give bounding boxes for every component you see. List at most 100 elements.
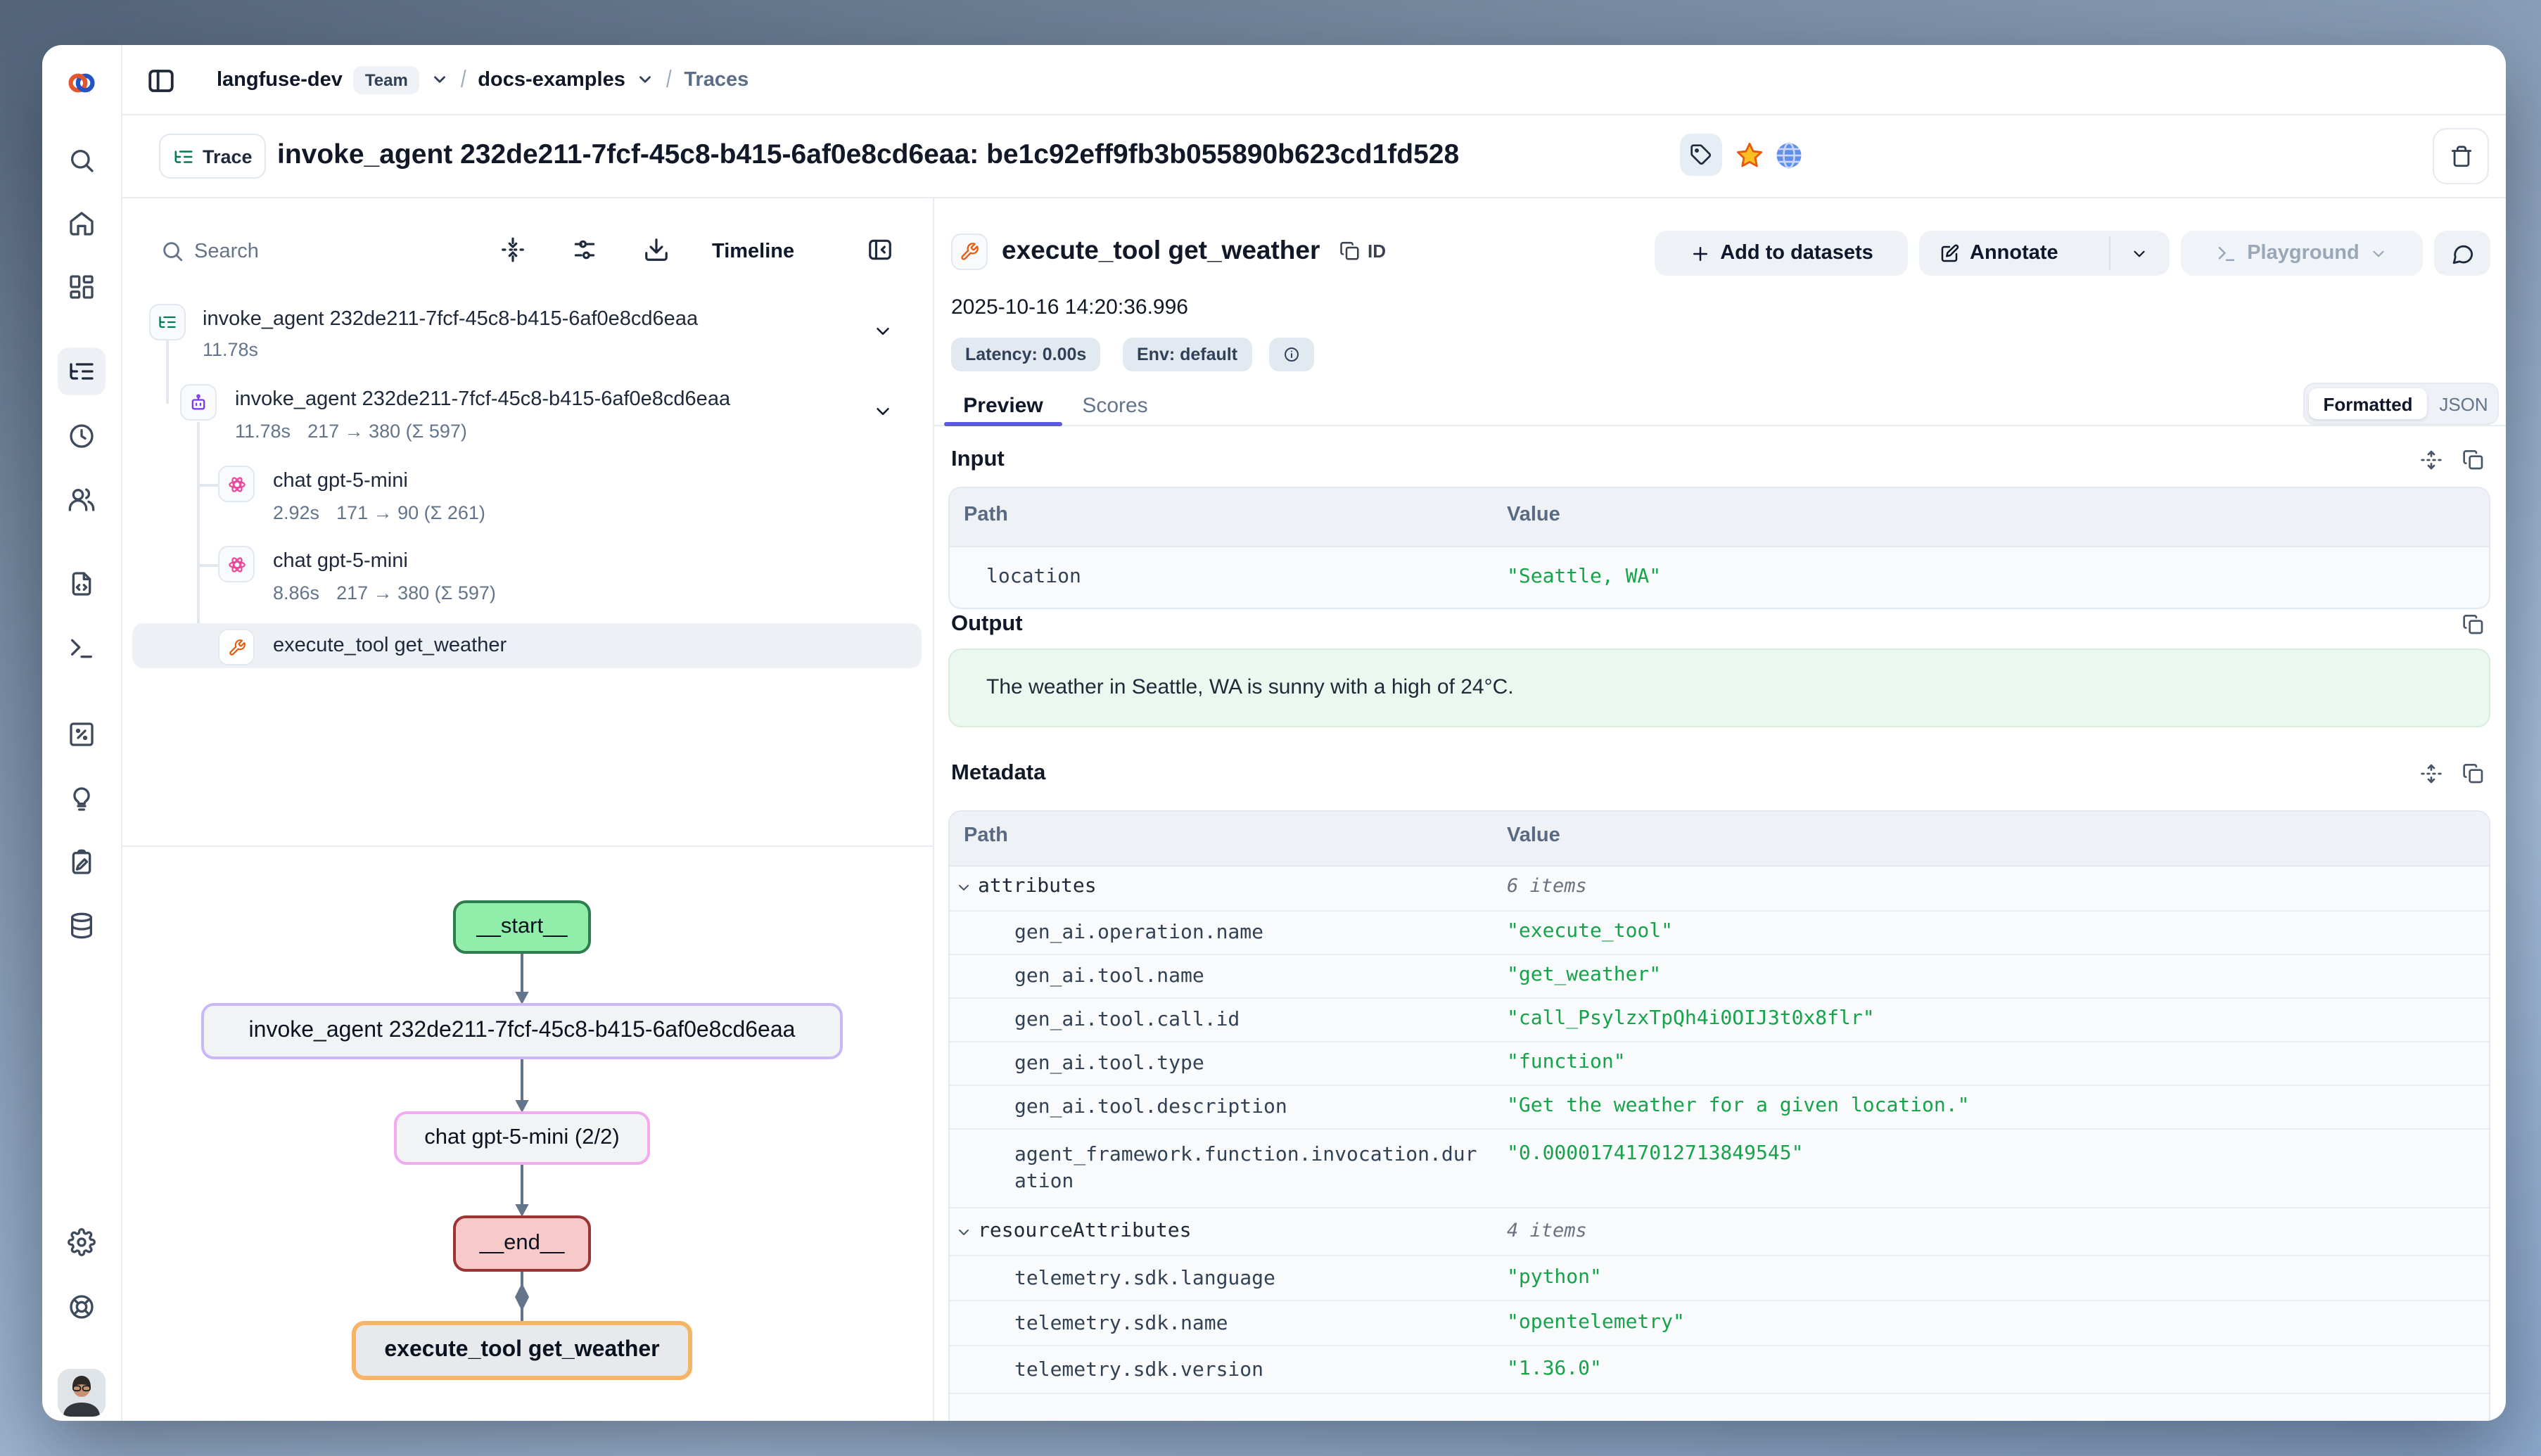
chevron-down-icon[interactable] — [872, 401, 893, 422]
breadcrumb-project[interactable]: docs-examples — [478, 68, 625, 91]
collapse-all-button[interactable] — [499, 236, 528, 264]
tree-row-agent-span[interactable]: invoke_agent 232de211-7fcf-45c8-b415-6af… — [132, 378, 922, 452]
sidebar-item-prompts[interactable] — [58, 560, 106, 608]
chevron-down-icon[interactable] — [872, 321, 893, 342]
metadata-path: agent_framework.function.invocation.dura… — [1014, 1142, 1484, 1196]
metadata-row[interactable]: gen_ai.tool.type "function" — [950, 1041, 2489, 1086]
sidebar-item-support[interactable] — [58, 1283, 106, 1331]
metadata-row[interactable]: gen_ai.tool.call.id "call_PsylzxTpQh4i0O… — [950, 997, 2489, 1042]
graph-node-chat[interactable]: chat gpt-5-mini (2/2) — [394, 1111, 650, 1165]
toggle-json[interactable]: JSON — [2431, 388, 2496, 419]
dashboard-icon — [68, 273, 96, 301]
metadata-row[interactable]: telemetry.sdk.name "opentelemetry" — [950, 1300, 2489, 1346]
unfold-icon[interactable] — [2420, 762, 2443, 785]
metadata-row[interactable]: gen_ai.tool.name "get_weather" — [950, 954, 2489, 999]
input-row[interactable]: location "Seattle, WA" — [950, 546, 2489, 609]
tree-row-chat-span-2[interactable]: chat gpt-5-mini 8.86s217 → 380 (Σ 597) — [132, 540, 922, 613]
square-percent-icon — [68, 720, 96, 748]
tree-search-input[interactable] — [191, 231, 464, 273]
app-logo[interactable] — [58, 59, 106, 107]
chevron-down-icon[interactable] — [637, 70, 655, 89]
tab-preview[interactable]: Preview — [944, 388, 1062, 425]
annotate-split-button[interactable]: Annotate — [1919, 231, 2170, 276]
timeline-toggle[interactable]: Timeline — [712, 236, 794, 267]
tab-scores[interactable]: Scores — [1062, 388, 1168, 425]
metadata-row-clipped[interactable] — [950, 1393, 2489, 1421]
tree-settings-button[interactable] — [571, 236, 599, 264]
comments-button[interactable] — [2434, 231, 2490, 276]
tree-row-chat-span-1[interactable]: chat gpt-5-mini 2.92s171 → 90 (Σ 261) — [132, 460, 922, 533]
metadata-row[interactable]: telemetry.sdk.version "1.36.0" — [950, 1345, 2489, 1394]
copy-id-icon[interactable] — [1339, 241, 1361, 262]
copy-icon[interactable] — [2462, 613, 2485, 636]
chevron-down-icon[interactable] — [2130, 245, 2148, 263]
sidebar-item-users[interactable] — [58, 475, 106, 523]
metadata-path: telemetry.sdk.language — [1014, 1266, 1484, 1293]
sidebar-item-evaluation[interactable] — [58, 710, 106, 758]
metadata-group-row[interactable]: resourceAttributes 4 items — [950, 1207, 2489, 1256]
download-button[interactable] — [643, 236, 671, 264]
copy-icon[interactable] — [2462, 449, 2485, 471]
add-to-datasets-button[interactable]: Add to datasets — [1655, 231, 1908, 276]
metadata-value: "0.000017417012713849545" — [1507, 1142, 1803, 1165]
info-badge[interactable] — [1269, 338, 1314, 371]
tree-item-meta: 8.86s217 → 380 (Σ 597) — [273, 581, 496, 606]
clock-icon — [68, 422, 96, 450]
metadata-row[interactable]: gen_ai.operation.name "execute_tool" — [950, 910, 2489, 955]
sidebar-item-datasets[interactable] — [58, 902, 106, 950]
delete-trace-button[interactable] — [2433, 128, 2489, 184]
breadcrumb-section[interactable]: Traces — [684, 68, 749, 91]
unfold-icon[interactable] — [2420, 449, 2443, 471]
tags-button[interactable] — [1680, 134, 1722, 176]
tree-row-root-trace[interactable]: invoke_agent 232de211-7fcf-45c8-b415-6af… — [132, 298, 922, 371]
output-box: The weather in Seattle, WA is sunny with… — [948, 649, 2490, 727]
playground-button[interactable]: Playground — [2181, 231, 2423, 276]
span-timestamp: 2025-10-16 14:20:36.996 — [951, 295, 1188, 319]
tabs-divider — [934, 425, 2506, 426]
metadata-row[interactable]: agent_framework.function.invocation.dura… — [950, 1128, 2489, 1208]
sidebar-item-annotation-queues[interactable] — [58, 838, 106, 886]
user-avatar[interactable] — [58, 1369, 106, 1417]
toggle-formatted[interactable]: Formatted — [2309, 388, 2427, 419]
sidebar-item-sessions[interactable] — [58, 412, 106, 460]
metadata-value: "call_PsylzxTpQh4i0OIJ3t0x8flr" — [1507, 1007, 1875, 1030]
add-to-datasets-label: Add to datasets — [1720, 242, 1873, 264]
bookmark-star-button[interactable] — [1733, 139, 1764, 170]
metadata-row[interactable]: telemetry.sdk.language "python" — [950, 1255, 2489, 1301]
chevron-down-icon[interactable] — [955, 879, 972, 896]
rail-divider — [121, 45, 122, 1421]
breadcrumb-org[interactable]: langfuse-dev — [217, 68, 343, 91]
file-code-icon — [68, 570, 96, 598]
tree-item-tokens: 217 → 380 (Σ 597) — [336, 582, 496, 604]
id-label[interactable]: ID — [1368, 241, 1386, 262]
org-type-badge: Team — [354, 65, 419, 94]
sidebar-item-insights[interactable] — [58, 775, 106, 823]
sidebar-item-tracing[interactable] — [58, 347, 106, 395]
sidebar-item-settings[interactable] — [58, 1218, 106, 1266]
collapse-panel-button[interactable] — [867, 236, 895, 264]
sidebar-toggle-button[interactable] — [142, 62, 179, 98]
button-divider — [2109, 236, 2110, 270]
sidebar-item-dashboards[interactable] — [58, 263, 106, 311]
tree-row-tool-span-selected[interactable]: execute_tool get_weather — [132, 623, 922, 668]
publish-globe-button[interactable] — [1773, 139, 1804, 170]
wrench-icon — [951, 234, 988, 270]
chevron-down-icon[interactable] — [431, 70, 449, 89]
sidebar-item-playground[interactable] — [58, 625, 106, 672]
sidebar-item-search[interactable] — [58, 136, 106, 184]
graph-node-execute-tool[interactable]: execute_tool get_weather — [352, 1321, 692, 1380]
metadata-group-row[interactable]: attributes 6 items — [950, 865, 2489, 910]
panel-left-icon — [146, 65, 175, 95]
copy-icon[interactable] — [2462, 762, 2485, 785]
metadata-row[interactable]: gen_ai.tool.description "Get the weather… — [950, 1085, 2489, 1130]
graph-node-end[interactable]: __end__ — [453, 1215, 591, 1272]
openai-glyph — [226, 554, 247, 575]
sidebar-item-home[interactable] — [58, 200, 106, 248]
lightbulb-icon — [68, 785, 96, 813]
col-path: Path — [964, 824, 1008, 847]
langfuse-logo-icon — [66, 68, 97, 98]
chevron-down-icon[interactable] — [955, 1224, 972, 1241]
group-path: resourceAttributes — [978, 1220, 1191, 1242]
graph-node-invoke-agent[interactable]: invoke_agent 232de211-7fcf-45c8-b415-6af… — [201, 1003, 843, 1059]
graph-node-start[interactable]: __start__ — [453, 900, 591, 954]
